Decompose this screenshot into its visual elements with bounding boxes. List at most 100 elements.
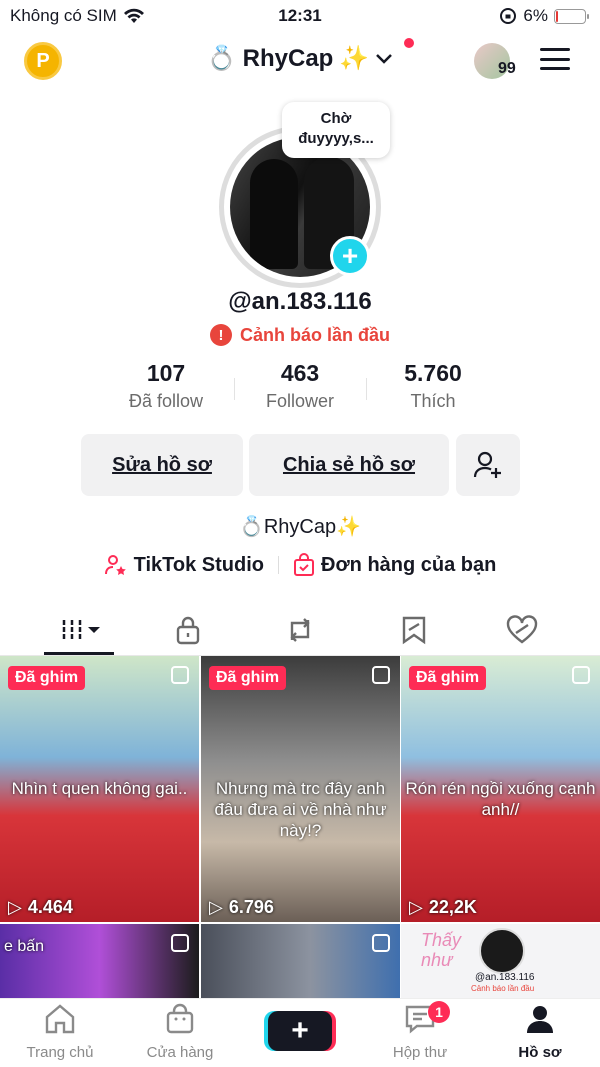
nav-profile-label: Hồ sơ bbox=[518, 1044, 562, 1061]
add-friend-button[interactable] bbox=[456, 434, 520, 496]
studio-person-star-icon bbox=[104, 555, 126, 575]
nav-inbox-label: Hộp thư bbox=[392, 1044, 448, 1061]
links-divider bbox=[278, 556, 280, 574]
stat-followers-value: 463 bbox=[280, 360, 320, 386]
bookmark-eye-icon bbox=[402, 616, 426, 645]
shopping-bag-icon bbox=[294, 553, 315, 576]
video-thumbnail[interactable] bbox=[201, 924, 400, 998]
video-thumbnail[interactable]: Đã ghim Nhưng mà trc đây anh đâu đưa ai … bbox=[201, 656, 400, 922]
stat-following[interactable]: 107 Đã follow bbox=[101, 360, 231, 412]
video-caption: Nhưng mà trc đây anh đâu đưa ai về nhà n… bbox=[214, 779, 387, 840]
account-warning[interactable]: ! Cảnh báo lần đầu bbox=[0, 324, 600, 346]
video-thumbnail[interactable]: Thấy như @an.183.116 Cảnh báo lần đầu bbox=[401, 924, 600, 998]
multi-clip-icon bbox=[171, 934, 189, 952]
thumbnail-warning: Cảnh báo lần đầu bbox=[471, 984, 535, 993]
share-profile-button[interactable]: Chia sẻ hồ sơ bbox=[249, 434, 449, 496]
tab-favorites[interactable] bbox=[384, 612, 444, 648]
stat-following-label: Đã follow bbox=[128, 391, 204, 411]
home-icon bbox=[45, 1004, 75, 1034]
inbox-badge: 1 bbox=[428, 1001, 450, 1023]
play-icon: ▷ bbox=[209, 897, 223, 917]
pinned-badge: Đã ghim bbox=[409, 666, 487, 690]
alert-icon: ! bbox=[209, 324, 232, 346]
edit-profile-button[interactable]: Sửa hồ sơ bbox=[81, 434, 243, 496]
bio: 💍RhyCap✨ bbox=[0, 514, 600, 539]
repost-icon bbox=[290, 618, 310, 642]
battery-percent: 6% bbox=[523, 6, 548, 25]
multi-clip-icon bbox=[572, 666, 590, 684]
play-icon: ▷ bbox=[8, 897, 22, 917]
stat-likes[interactable]: 5.760 Thích bbox=[368, 360, 498, 412]
orders-link[interactable]: Đơn hàng của bạn bbox=[293, 553, 496, 577]
battery-icon bbox=[554, 8, 589, 24]
warning-label: Cảnh báo lần đầu bbox=[239, 324, 390, 345]
stat-likes-label: Thích bbox=[410, 391, 456, 411]
profile-handle: @an.183.116 bbox=[228, 288, 372, 315]
tiktok-studio-label: TikTok Studio bbox=[133, 553, 265, 576]
lock-icon bbox=[176, 616, 200, 645]
heart-eye-icon bbox=[506, 615, 538, 644]
note-bubble[interactable]: Chờ đuyyyy,s... bbox=[282, 102, 390, 158]
nav-profile[interactable]: Hồ sơ bbox=[490, 1003, 590, 1061]
tab-private[interactable] bbox=[158, 612, 218, 648]
plus-icon: + bbox=[291, 1014, 309, 1047]
video-grid-icon bbox=[62, 620, 100, 640]
stat-following-value: 107 bbox=[146, 360, 186, 386]
nav-shop-label: Cửa hàng bbox=[146, 1044, 214, 1061]
ring-emoji-icon: 💍 bbox=[206, 45, 237, 72]
view-count: ▷ 6.796 bbox=[209, 897, 274, 918]
nav-shop[interactable]: Cửa hàng bbox=[130, 1003, 230, 1061]
nav-home-label: Trang chủ bbox=[26, 1044, 94, 1061]
stat-followers-label: Follower bbox=[265, 391, 335, 411]
tab-reposts[interactable] bbox=[270, 612, 330, 648]
video-caption: Thấy như bbox=[421, 930, 462, 970]
sparkles-icon: ✨ bbox=[339, 45, 370, 72]
stat-followers[interactable]: 463 Follower bbox=[235, 360, 365, 412]
stat-divider bbox=[366, 378, 367, 400]
tab-liked[interactable] bbox=[492, 612, 552, 648]
pinned-badge: Đã ghim bbox=[209, 666, 287, 690]
orders-label: Đơn hàng của bạn bbox=[321, 553, 497, 576]
video-caption: Nhìn t quen không gai.. bbox=[11, 779, 188, 798]
shop-bag-icon bbox=[166, 1003, 194, 1034]
add-story-plus-icon[interactable]: + bbox=[330, 236, 370, 276]
view-count: ▷ 4.464 bbox=[8, 897, 73, 918]
profile-links: TikTok Studio Đơn hàng của bạn bbox=[0, 553, 600, 577]
video-thumbnail[interactable]: e bấn bbox=[0, 924, 199, 998]
nav-inbox[interactable]: Hộp thư bbox=[370, 1003, 470, 1061]
tab-videos[interactable] bbox=[52, 612, 112, 648]
multi-clip-icon bbox=[372, 934, 390, 952]
video-caption: Rón rén ngồi xuống cạnh anh// bbox=[405, 779, 596, 819]
orientation-lock-icon bbox=[500, 8, 517, 24]
tiktok-studio-link[interactable]: TikTok Studio bbox=[104, 553, 264, 577]
profile-header: P 💍 RhyCap ✨ 99 bbox=[0, 38, 600, 84]
video-thumbnail[interactable]: Đã ghim Nhìn t quen không gai.. ▷ 4.464 bbox=[0, 656, 199, 922]
view-count-label: 4.464 bbox=[27, 897, 73, 917]
profile-person-icon bbox=[527, 1006, 553, 1033]
stat-likes-value: 5.760 bbox=[404, 360, 462, 386]
video-caption: e bấn bbox=[4, 938, 45, 955]
active-tab-indicator bbox=[44, 652, 114, 655]
battery-fill bbox=[556, 10, 558, 22]
multi-clip-icon bbox=[372, 666, 390, 684]
video-thumbnail[interactable]: Đã ghim Rón rén ngồi xuống cạnh anh// ▷ 2… bbox=[401, 656, 600, 922]
profile-stats: 107 Đã follow 463 Follower 5.760 Thích bbox=[0, 360, 600, 416]
ring-emoji-icon: 💍 bbox=[238, 516, 264, 538]
create-video-button[interactable]: + bbox=[268, 1011, 332, 1051]
nav-home[interactable]: Trang chủ bbox=[10, 1003, 110, 1061]
pinned-badge: Đã ghim bbox=[8, 666, 86, 690]
view-count-label: 6.796 bbox=[228, 897, 274, 917]
notification-dot bbox=[404, 38, 414, 48]
status-right: 6% bbox=[499, 6, 589, 26]
play-icon: ▷ bbox=[409, 897, 423, 917]
bio-text: RhyCap bbox=[263, 516, 337, 538]
add-user-icon bbox=[473, 451, 501, 478]
sparkles-icon: ✨ bbox=[336, 516, 362, 538]
view-count-label: 22,2K bbox=[428, 897, 477, 917]
multi-clip-icon bbox=[171, 666, 189, 684]
content-tabs bbox=[0, 604, 600, 656]
bottom-navigation: Trang chủ Cửa hàng + Hộp thư 1 Hồ sơ bbox=[0, 998, 600, 1067]
status-bar: Không có SIM 12:31 6% bbox=[0, 0, 600, 34]
thumbnail-avatar bbox=[479, 928, 525, 974]
hamburger-menu-icon[interactable] bbox=[540, 48, 570, 70]
